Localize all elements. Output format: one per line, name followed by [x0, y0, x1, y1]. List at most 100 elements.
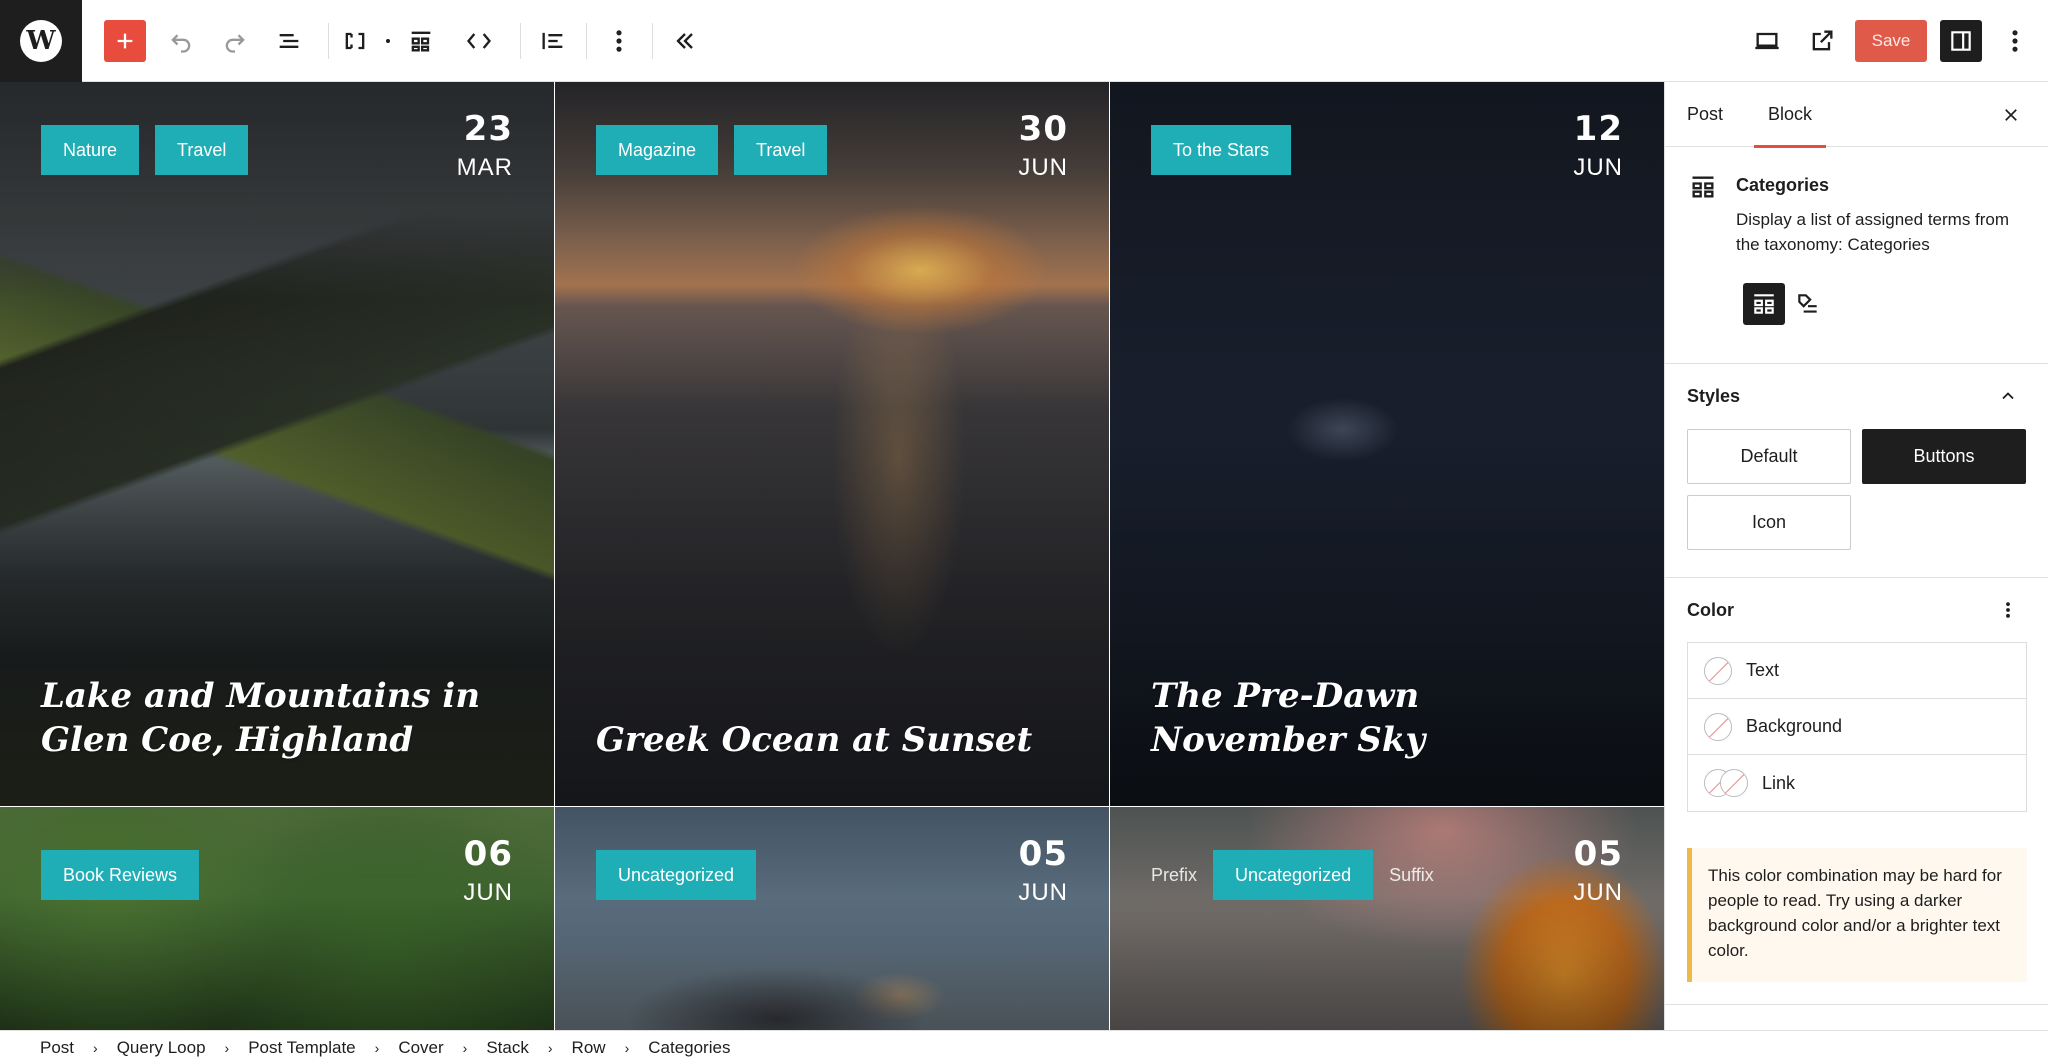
breadcrumb-item[interactable]: Stack	[486, 1038, 529, 1058]
toolbar-dot	[386, 39, 390, 43]
categories-suffix: Suffix	[1389, 864, 1434, 885]
toolbar-divider	[586, 23, 587, 59]
breadcrumb-item[interactable]: Row	[572, 1038, 606, 1058]
preview-device-button[interactable]	[1746, 20, 1788, 62]
settings-button[interactable]	[1940, 20, 1982, 62]
category-chip[interactable]: Travel	[155, 125, 249, 175]
toolbar-divider	[652, 23, 653, 59]
category-chip[interactable]: Uncategorized	[1213, 850, 1374, 900]
post-title[interactable]: Lake and Mountains in Glen Coe, Highland	[41, 674, 511, 762]
post-date: 06 JUN	[463, 837, 513, 905]
next-panel-header[interactable]	[1665, 1004, 2048, 1030]
category-chip[interactable]: Nature	[41, 125, 140, 175]
redo-icon	[225, 34, 245, 53]
post-card[interactable]: Book Reviews 06 JUN	[0, 807, 554, 1030]
category-chip[interactable]: Travel	[734, 125, 828, 175]
color-panel: Color Text Background Link	[1665, 578, 2048, 812]
empty-swatch-icon	[1704, 712, 1732, 741]
empty-swatch-icon	[1704, 656, 1732, 685]
settings-sidebar: Post Block Categories Display a list of …	[1664, 82, 2048, 1030]
post-card[interactable]: Prefix Uncategorized Suffix 05 JUN	[1110, 807, 1664, 1030]
dual-swatch-icon	[1704, 769, 1748, 797]
breadcrumb-item[interactable]: Query Loop	[117, 1038, 206, 1058]
tab-block[interactable]: Block	[1753, 82, 1827, 148]
post-card[interactable]: Uncategorized 05 JUN	[555, 807, 1109, 1030]
color-text-item[interactable]: Text	[1688, 643, 2026, 699]
sidebar-tabs: Post Block	[1665, 82, 2048, 148]
chevron-right-icon: ›	[93, 1039, 98, 1056]
editor-canvas[interactable]: Nature Travel 23 MAR Lake and Mountains …	[0, 82, 1664, 1030]
breadcrumb-item[interactable]: Cover	[398, 1038, 443, 1058]
move-button[interactable]	[458, 20, 500, 62]
block-inserter-button[interactable]	[104, 20, 146, 62]
chevron-right-icon: ›	[462, 1039, 468, 1056]
color-item-label: Link	[1762, 772, 1796, 793]
style-icon-button[interactable]: Icon	[1687, 495, 1851, 550]
options-button[interactable]	[1994, 20, 2036, 62]
block-breadcrumb: Post › Query Loop › Post Template › Cove…	[0, 1030, 2048, 1064]
post-title[interactable]: Greek Ocean at Sunset	[596, 718, 1066, 762]
cover-overlay	[555, 82, 1109, 806]
breadcrumb-item[interactable]: Post	[40, 1038, 74, 1058]
align-left-icon	[542, 32, 563, 50]
redo-button[interactable]	[214, 20, 256, 62]
post-categories: Uncategorized	[596, 850, 757, 900]
post-card[interactable]: To the Stars 12 JUN The Pre-Dawn Novembe…	[1110, 82, 1664, 806]
style-default-button[interactable]: Default	[1687, 429, 1851, 484]
post-title[interactable]: The Pre-Dawn November Sky	[1151, 674, 1621, 762]
document-overview-button[interactable]	[268, 20, 310, 62]
style-buttons-button[interactable]: Buttons	[1862, 429, 2026, 484]
chevron-right-icon: ›	[374, 1039, 380, 1056]
color-item-label: Text	[1746, 660, 1780, 680]
post-date-month: JUN	[463, 879, 513, 906]
view-post-button[interactable]	[1801, 20, 1843, 62]
chevron-right-icon: ›	[224, 1039, 230, 1056]
select-parent-button[interactable]	[334, 20, 376, 62]
undo-icon	[171, 34, 191, 53]
post-date: 05 JUN	[1573, 837, 1623, 905]
styles-panel-toggle[interactable]: Styles	[1665, 364, 2048, 428]
color-background-item[interactable]: Background	[1688, 699, 2026, 755]
post-date: 23 MAR	[457, 112, 513, 180]
wordpress-logo-button[interactable]: W	[0, 0, 82, 82]
plus-icon	[117, 33, 133, 49]
tab-post[interactable]: Post	[1687, 82, 1723, 147]
more-vertical-icon[interactable]	[1996, 598, 2020, 622]
hide-block-tools-button[interactable]	[664, 20, 706, 62]
tag-icon	[1798, 294, 1817, 313]
category-chip[interactable]: Magazine	[596, 125, 719, 175]
block-options-button[interactable]	[598, 20, 640, 62]
color-link-item[interactable]: Link	[1688, 755, 2026, 811]
post-date-day: 05	[1018, 834, 1068, 874]
post-date-day: 06	[463, 834, 513, 874]
post-date-month: MAR	[456, 154, 513, 181]
post-date-day: 30	[1018, 109, 1068, 149]
post-card[interactable]: Nature Travel 23 MAR Lake and Mountains …	[0, 82, 554, 806]
list-view-icon	[279, 34, 299, 48]
align-button[interactable]	[532, 20, 574, 62]
sidebar-toggle-icon	[1951, 31, 1971, 51]
undo-button[interactable]	[160, 20, 202, 62]
block-card: Categories Display a list of assigned te…	[1665, 147, 2048, 364]
variation-tags-button[interactable]	[1787, 283, 1829, 325]
post-card[interactable]: Magazine Travel 30 JUN Greek Ocean at Su…	[555, 82, 1109, 806]
more-vertical-icon	[2012, 30, 2018, 52]
chevron-right-icon: ›	[624, 1039, 630, 1056]
save-button[interactable]: Save	[1855, 20, 1927, 62]
category-chip[interactable]: Book Reviews	[41, 850, 200, 900]
breadcrumb-item[interactable]: Post Template	[248, 1038, 355, 1058]
categories-prefix: Prefix	[1151, 864, 1198, 885]
color-settings-list: Text Background Link	[1687, 642, 2027, 812]
variation-categories-button[interactable]	[1743, 283, 1785, 325]
toolbar-divider	[328, 23, 329, 59]
close-sidebar-button[interactable]	[1996, 100, 2026, 130]
post-date-day: 05	[1573, 834, 1623, 874]
category-chip[interactable]: To the Stars	[1151, 125, 1292, 175]
category-chip[interactable]: Uncategorized	[596, 850, 757, 900]
block-description: Display a list of assigned terms from th…	[1736, 210, 2010, 254]
contrast-warning-notice: This color combination may be hard for p…	[1687, 848, 2027, 982]
post-categories: To the Stars	[1151, 125, 1292, 175]
toolbar-divider	[520, 23, 521, 59]
post-categories: Book Reviews	[41, 850, 200, 900]
block-type-button[interactable]	[400, 20, 442, 62]
